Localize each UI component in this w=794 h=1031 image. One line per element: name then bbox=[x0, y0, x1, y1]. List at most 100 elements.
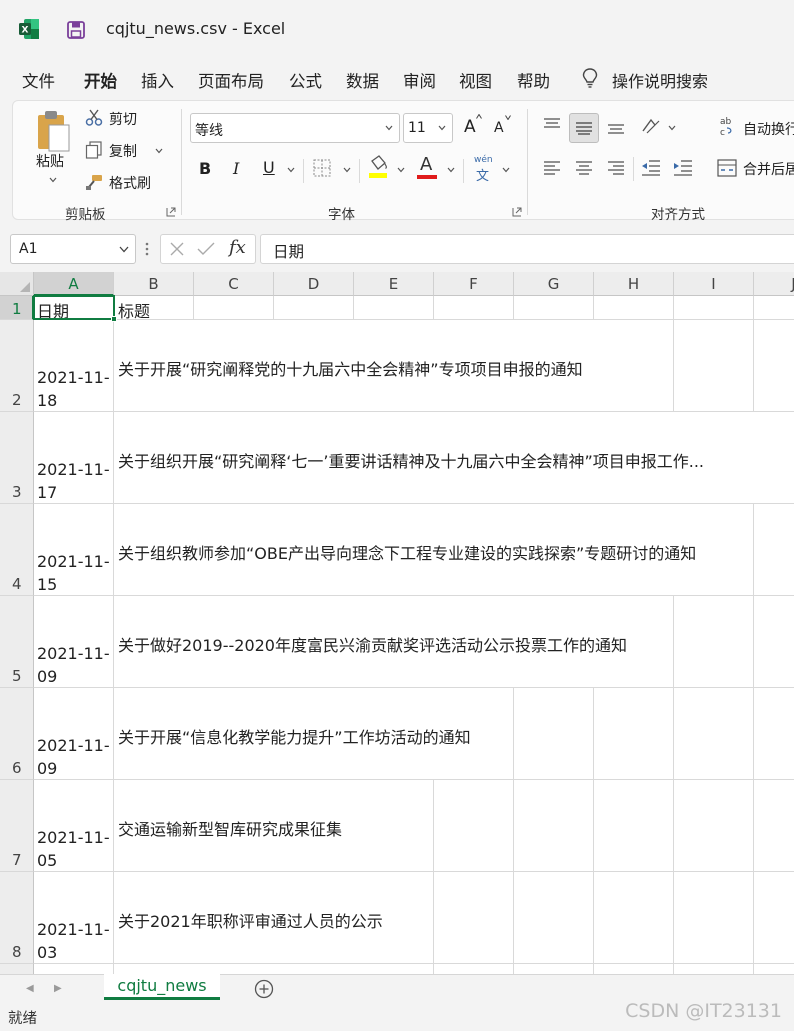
column-header-j[interactable]: J bbox=[754, 272, 794, 296]
grow-font-button[interactable]: A bbox=[464, 117, 476, 137]
bold-button[interactable]: B bbox=[199, 159, 211, 178]
font-name-select[interactable]: 等线 bbox=[190, 113, 400, 143]
select-all-corner[interactable] bbox=[0, 272, 34, 296]
copy-icon[interactable] bbox=[85, 141, 103, 159]
format-painter-button[interactable]: 格式刷 bbox=[109, 173, 151, 193]
chevron-down-icon[interactable] bbox=[447, 167, 455, 173]
align-middle-button[interactable] bbox=[569, 113, 599, 143]
align-center-icon[interactable] bbox=[575, 161, 593, 175]
wrap-text-button[interactable]: 自动换行 bbox=[743, 119, 794, 139]
chevron-down-icon[interactable] bbox=[502, 167, 510, 173]
tab-page-layout[interactable]: 页面布局 bbox=[198, 68, 264, 92]
cut-button[interactable]: 剪切 bbox=[109, 109, 137, 129]
cell-b1[interactable]: 标题 bbox=[118, 298, 150, 322]
fill-color-icon[interactable] bbox=[367, 155, 389, 179]
column-header-g[interactable]: G bbox=[514, 272, 594, 296]
dialog-launcher-icon[interactable] bbox=[512, 207, 522, 217]
format-painter-icon[interactable] bbox=[85, 173, 103, 191]
scissors-icon[interactable] bbox=[85, 109, 103, 127]
more-options-icon[interactable] bbox=[145, 241, 149, 257]
row-header-8[interactable]: 8 bbox=[0, 872, 34, 964]
row-header-5[interactable]: 5 bbox=[0, 596, 34, 688]
cell-b6[interactable]: 关于开展“信息化教学能力提升”工作坊活动的通知 bbox=[118, 724, 514, 748]
column-header-c[interactable]: C bbox=[194, 272, 274, 296]
sheet-tab-cqjtu-news[interactable]: cqjtu_news bbox=[104, 974, 220, 1000]
row-header-7[interactable]: 7 bbox=[0, 780, 34, 872]
cell-a2[interactable]: 2021-11- 18 bbox=[37, 366, 113, 412]
cell-a6[interactable]: 2021-11- 09 bbox=[37, 734, 113, 780]
fill-handle[interactable] bbox=[111, 316, 117, 322]
column-header-h[interactable]: H bbox=[594, 272, 674, 296]
merge-center-icon[interactable] bbox=[717, 159, 737, 177]
tab-home[interactable]: 开始 bbox=[84, 68, 117, 92]
shrink-font-button[interactable]: A bbox=[494, 120, 504, 136]
paste-label[interactable]: 粘贴 bbox=[36, 151, 64, 171]
paste-icon[interactable] bbox=[35, 109, 71, 153]
scroll-tabs-right-icon[interactable]: ▶ bbox=[54, 983, 62, 994]
formula-input[interactable]: 日期 bbox=[260, 234, 794, 264]
tab-formulas[interactable]: 公式 bbox=[289, 68, 322, 92]
row-header-1[interactable]: 1 bbox=[0, 296, 34, 320]
tab-data[interactable]: 数据 bbox=[346, 68, 379, 92]
phonetic-button[interactable]: 文 bbox=[476, 165, 489, 184]
chevron-down-icon[interactable] bbox=[397, 167, 405, 173]
cell-b3[interactable]: 关于组织开展“研究阐释‘七一’重要讲话精神及十九届六中全会精神”项目申报工作..… bbox=[118, 448, 794, 472]
dialog-launcher-icon[interactable] bbox=[166, 207, 176, 217]
cell-a5[interactable]: 2021-11- 09 bbox=[37, 642, 113, 688]
tab-review[interactable]: 审阅 bbox=[403, 68, 436, 92]
row-header-6[interactable]: 6 bbox=[0, 688, 34, 780]
row-header-3[interactable]: 3 bbox=[0, 412, 34, 504]
column-header-a[interactable]: A bbox=[34, 272, 114, 296]
column-header-e[interactable]: E bbox=[354, 272, 434, 296]
increase-indent-icon[interactable] bbox=[673, 159, 693, 177]
phonetic-top[interactable]: wén bbox=[474, 155, 493, 165]
decrease-indent-icon[interactable] bbox=[641, 159, 661, 177]
wrap-text-icon[interactable]: ab c bbox=[719, 115, 739, 137]
merge-center-button[interactable]: 合并后居 bbox=[743, 159, 794, 179]
cell-b2[interactable]: 关于开展“研究阐释党的十九届六中全会精神”专项项目申报的通知 bbox=[118, 356, 758, 380]
scroll-tabs-left-icon[interactable]: ◀ bbox=[26, 983, 34, 994]
chevron-down-icon[interactable] bbox=[343, 167, 351, 173]
row-header-4[interactable]: 4 bbox=[0, 504, 34, 596]
column-header-f[interactable]: F bbox=[434, 272, 514, 296]
cell-b4[interactable]: 关于组织教师参加“OBE产出导向理念下工程专业建设的实践探索”专题研讨的通知 bbox=[118, 540, 794, 564]
tell-me-search[interactable]: 操作说明搜索 bbox=[612, 68, 708, 92]
tab-help[interactable]: 帮助 bbox=[517, 68, 550, 92]
column-header-i[interactable]: I bbox=[674, 272, 754, 296]
borders-icon[interactable] bbox=[313, 159, 331, 177]
font-color-button[interactable]: A bbox=[420, 154, 432, 175]
chevron-down-icon[interactable] bbox=[49, 177, 57, 183]
tab-view[interactable]: 视图 bbox=[459, 68, 492, 92]
cell-b5[interactable]: 关于做好2019--2020年度富民兴渝贡献奖评选活动公示投票工作的通知 bbox=[118, 632, 754, 656]
chevron-down-icon[interactable] bbox=[155, 148, 163, 154]
row-header-9[interactable] bbox=[0, 964, 34, 974]
cancel-icon[interactable] bbox=[169, 241, 185, 257]
align-top-icon[interactable] bbox=[543, 117, 561, 131]
cell-a4[interactable]: 2021-11- 15 bbox=[37, 550, 113, 596]
enter-check-icon[interactable] bbox=[197, 241, 215, 257]
underline-button[interactable]: U bbox=[263, 158, 275, 177]
font-size-select[interactable]: 11 bbox=[403, 113, 453, 143]
tab-insert[interactable]: 插入 bbox=[141, 68, 174, 92]
align-bottom-icon[interactable] bbox=[607, 121, 625, 135]
name-box[interactable]: A1 bbox=[10, 234, 136, 264]
save-icon[interactable] bbox=[66, 20, 86, 40]
column-header-b[interactable]: B bbox=[114, 272, 194, 296]
align-left-icon[interactable] bbox=[543, 161, 561, 175]
cell-a3[interactable]: 2021-11- 17 bbox=[37, 458, 113, 504]
cell-a8[interactable]: 2021-11- 03 bbox=[37, 918, 113, 964]
italic-button[interactable]: I bbox=[233, 159, 239, 178]
row-header-2[interactable]: 2 bbox=[0, 320, 34, 412]
chevron-down-icon[interactable] bbox=[668, 125, 676, 131]
tab-file[interactable]: 文件 bbox=[22, 68, 55, 92]
cell-b7[interactable]: 交通运输新型智库研究成果征集 bbox=[118, 816, 434, 840]
insert-function-button[interactable]: fx bbox=[229, 237, 246, 258]
orientation-icon[interactable] bbox=[641, 117, 663, 135]
align-right-icon[interactable] bbox=[607, 161, 625, 175]
worksheet-grid[interactable]: A B C D E F G H I J 1 2 3 4 5 6 7 8 日期 标… bbox=[0, 272, 794, 974]
cell-a7[interactable]: 2021-11- 05 bbox=[37, 826, 113, 872]
add-sheet-icon[interactable] bbox=[254, 979, 274, 999]
chevron-down-icon[interactable] bbox=[287, 167, 295, 173]
column-header-d[interactable]: D bbox=[274, 272, 354, 296]
cell-b8[interactable]: 关于2021年职称评审通过人员的公示 bbox=[118, 908, 434, 932]
